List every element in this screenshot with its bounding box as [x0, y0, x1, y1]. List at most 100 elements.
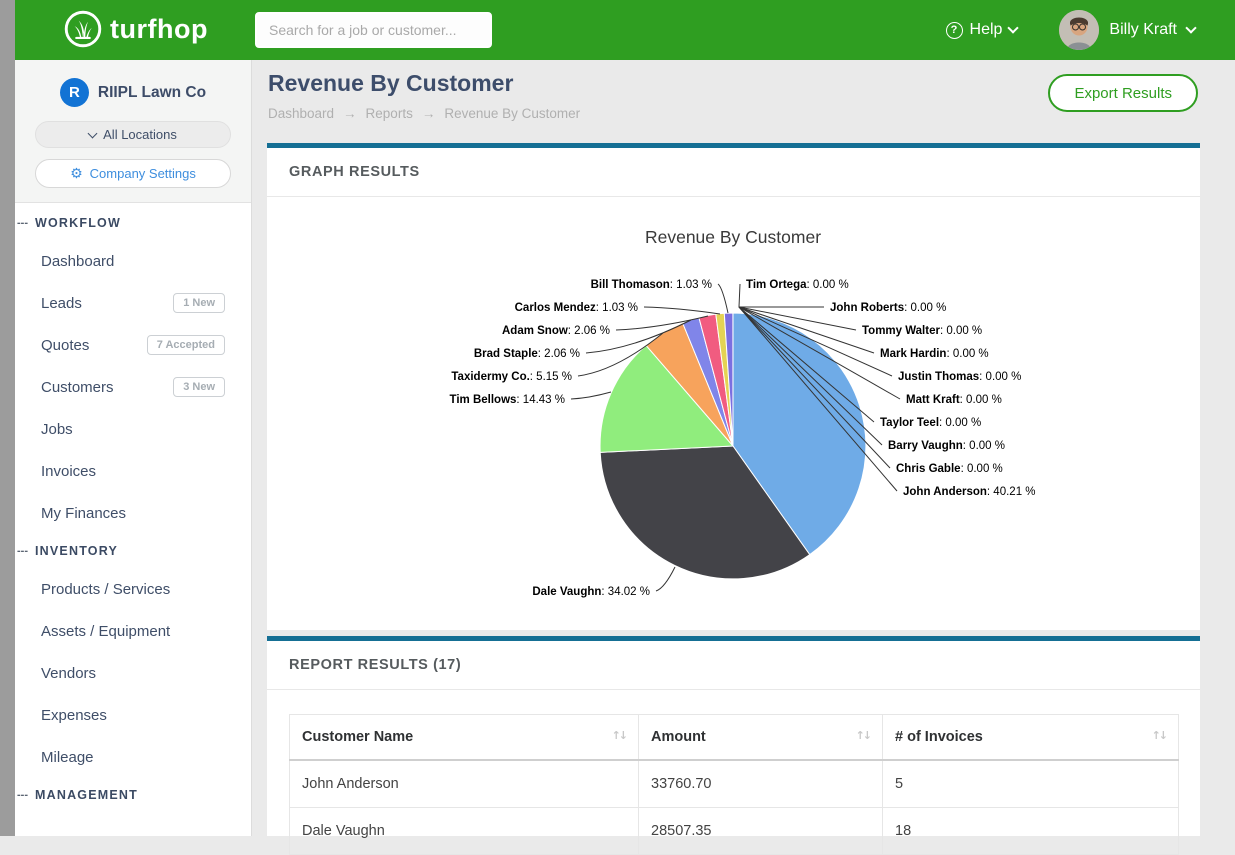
- report-table: Customer Name↑↓Amount↑↓ # of Invoices ↑↓ Jo…: [289, 714, 1179, 855]
- report-results-header: REPORT RESULTS (17): [267, 641, 1200, 690]
- nav-section-header: MANAGEMENT: [15, 778, 251, 812]
- column-header-customer-name[interactable]: Customer Name↑↓: [290, 715, 639, 761]
- column-header-amount[interactable]: Amount↑↓: [639, 715, 883, 761]
- grass-logo-icon: [64, 10, 102, 48]
- sidebar-item-badge: 1 New: [173, 293, 225, 313]
- pie-label-tommy-walter: Tommy Walter: 0.00 %: [862, 325, 982, 337]
- company-settings-button[interactable]: ⚙ Company Settings: [35, 159, 231, 188]
- pie-label-taxidermy-co: Taxidermy Co.: 5.15 %: [451, 371, 572, 383]
- sidebar-item-quotes[interactable]: Quotes7 Accepted: [15, 324, 251, 366]
- svg-text:Revenue By Customer: Revenue By Customer: [645, 227, 821, 247]
- sidebar-item-customers[interactable]: Customers 3 New: [15, 366, 251, 408]
- avatar: [1059, 10, 1099, 50]
- breadcrumb-item: Revenue By Customer: [444, 106, 580, 121]
- sidebar-item-label: Expenses: [41, 707, 107, 724]
- breadcrumb-item[interactable]: Dashboard: [268, 106, 334, 121]
- sidebar-item-label: Jobs: [41, 421, 73, 438]
- table-cell: 33760.70: [639, 760, 883, 808]
- table-row[interactable]: John Anderson33760.705: [290, 760, 1179, 808]
- user-menu[interactable]: Billy Kraft: [1059, 10, 1195, 50]
- help-menu[interactable]: ? Help: [946, 21, 1018, 39]
- sidebar-nav: WORKFLOW Dashboard Leads 1 New Quotes7 Accep…: [15, 203, 251, 812]
- table-header-row: Customer Name↑↓Amount↑↓ # of Invoices ↑↓: [290, 715, 1179, 761]
- chevron-down-icon: [1008, 22, 1019, 33]
- nav-section-management: MANAGEMENT: [15, 778, 251, 812]
- sidebar-item-label: Customers: [41, 379, 114, 396]
- breadcrumb-arrow-icon: →: [422, 106, 436, 121]
- sidebar-item-label: Vendors: [41, 665, 96, 682]
- sidebar-item-badge: 3 New: [173, 377, 225, 397]
- sidebar-item-my-finances[interactable]: My Finances: [15, 492, 251, 534]
- chevron-down-icon: [1185, 22, 1196, 33]
- global-search-input[interactable]: [255, 12, 492, 48]
- pie-label-matt-kraft: Matt Kraft: 0.00 %: [906, 394, 1002, 406]
- pie-label-tim-ortega: Tim Ortega: 0.00 %: [746, 279, 849, 291]
- pie-label-dale-vaughn: Dale Vaughn: 34.02 %: [532, 586, 650, 598]
- sidebar-item-label: Assets / Equipment: [41, 623, 170, 640]
- label-connector: [718, 284, 728, 313]
- table-cell: Dale Vaughn: [290, 808, 639, 855]
- label-connector: [571, 392, 611, 399]
- sidebar-item-label: My Finances: [41, 505, 126, 522]
- label-connector: [644, 307, 720, 314]
- sidebar-item-vendors[interactable]: Vendors: [15, 652, 251, 694]
- app-logo[interactable]: turfhop: [64, 10, 208, 48]
- sidebar-item-expenses[interactable]: Expenses: [15, 694, 251, 736]
- company-block: R RIIPL Lawn Co All Locations ⚙ Company …: [15, 60, 251, 203]
- nav-section-workflow: WORKFLOW Dashboard Leads 1 New Quotes7 Accep…: [15, 206, 251, 534]
- nav-section-header: WORKFLOW: [15, 206, 251, 240]
- company-name: RIIPL Lawn Co: [98, 84, 206, 102]
- pie-label-adam-snow: Adam Snow: 2.06 %: [502, 325, 610, 337]
- sidebar-item-label: Quotes: [41, 337, 89, 354]
- chevron-down-icon: [88, 128, 98, 138]
- company-settings-label: Company Settings: [90, 166, 196, 181]
- sidebar-item-leads[interactable]: Leads 1 New: [15, 282, 251, 324]
- pie-label-carlos-mendez: Carlos Mendez: 1.03 %: [515, 302, 638, 314]
- pie-label-barry-vaughn: Barry Vaughn: 0.00 %: [888, 440, 1005, 452]
- sidebar-item-mileage[interactable]: Mileage: [15, 736, 251, 778]
- sidebar-item-label: Leads: [41, 295, 82, 312]
- pie-label-justin-thomas: Justin Thomas: 0.00 %: [898, 371, 1021, 383]
- sidebar-item-jobs[interactable]: Jobs: [15, 408, 251, 450]
- sidebar-item-label: Products / Services: [41, 581, 170, 598]
- top-header-bar: turfhop ? Help Billy Kraft: [15, 0, 1235, 60]
- column-header-label: # of Invoices: [895, 729, 983, 745]
- pie-label-taylor-teel: Taylor Teel: 0.00 %: [880, 417, 981, 429]
- table-row[interactable]: Dale Vaughn28507.3518: [290, 808, 1179, 855]
- sidebar-item-invoices[interactable]: Invoices: [15, 450, 251, 492]
- location-selector[interactable]: All Locations: [35, 121, 231, 148]
- sort-icon[interactable]: ↑↓: [1152, 729, 1166, 742]
- column-header-of-invoices[interactable]: # of Invoices ↑↓: [883, 715, 1179, 761]
- sidebar-item-assets-equipment[interactable]: Assets / Equipment: [15, 610, 251, 652]
- pie-label-brad-staple: Brad Staple: 2.06 %: [474, 348, 580, 360]
- pie-label-john-roberts: John Roberts: 0.00 %: [830, 302, 946, 314]
- page-title: Revenue By Customer: [268, 70, 580, 97]
- brand-wordmark: turfhop: [110, 14, 208, 45]
- report-results-card: REPORT RESULTS (17) Customer Name↑↓Amoun…: [267, 636, 1200, 836]
- export-results-button[interactable]: Export Results: [1048, 74, 1198, 112]
- sidebar-item-dashboard[interactable]: Dashboard: [15, 240, 251, 282]
- sidebar-item-label: Dashboard: [41, 253, 114, 270]
- sort-icon[interactable]: ↑↓: [856, 729, 870, 742]
- location-selector-label: All Locations: [103, 127, 177, 142]
- company-logo: R: [60, 78, 89, 107]
- user-name: Billy Kraft: [1109, 21, 1177, 39]
- pie-label-bill-thomason: Bill Thomason: 1.03 %: [591, 279, 712, 291]
- breadcrumb-item[interactable]: Reports: [366, 106, 413, 121]
- sidebar-item-products-services[interactable]: Products / Services: [15, 568, 251, 610]
- label-connector: [739, 284, 740, 307]
- help-label: Help: [970, 21, 1003, 39]
- sidebar-item-label: Mileage: [41, 749, 94, 766]
- pie-chart: Revenue By Customer John Anderson: 40.21 …: [267, 197, 1200, 629]
- nav-section-inventory: INVENTORY Products / Services Assets / Equ…: [15, 534, 251, 778]
- sidebar: R RIIPL Lawn Co All Locations ⚙ Company …: [15, 60, 252, 836]
- pie-label-john-anderson: John Anderson: 40.21 %: [903, 486, 1036, 498]
- pie-label-mark-hardin: Mark Hardin: 0.00 %: [880, 348, 989, 360]
- sort-icon[interactable]: ↑↓: [612, 729, 626, 742]
- help-icon: ?: [946, 22, 963, 39]
- pie-label-chris-gable: Chris Gable: 0.00 %: [896, 463, 1003, 475]
- breadcrumb-arrow-icon: →: [343, 106, 357, 121]
- breadcrumb: Dashboard → Reports → Revenue By Customer: [268, 106, 580, 121]
- nav-section-header: INVENTORY: [15, 534, 251, 568]
- table-cell: 28507.35: [639, 808, 883, 855]
